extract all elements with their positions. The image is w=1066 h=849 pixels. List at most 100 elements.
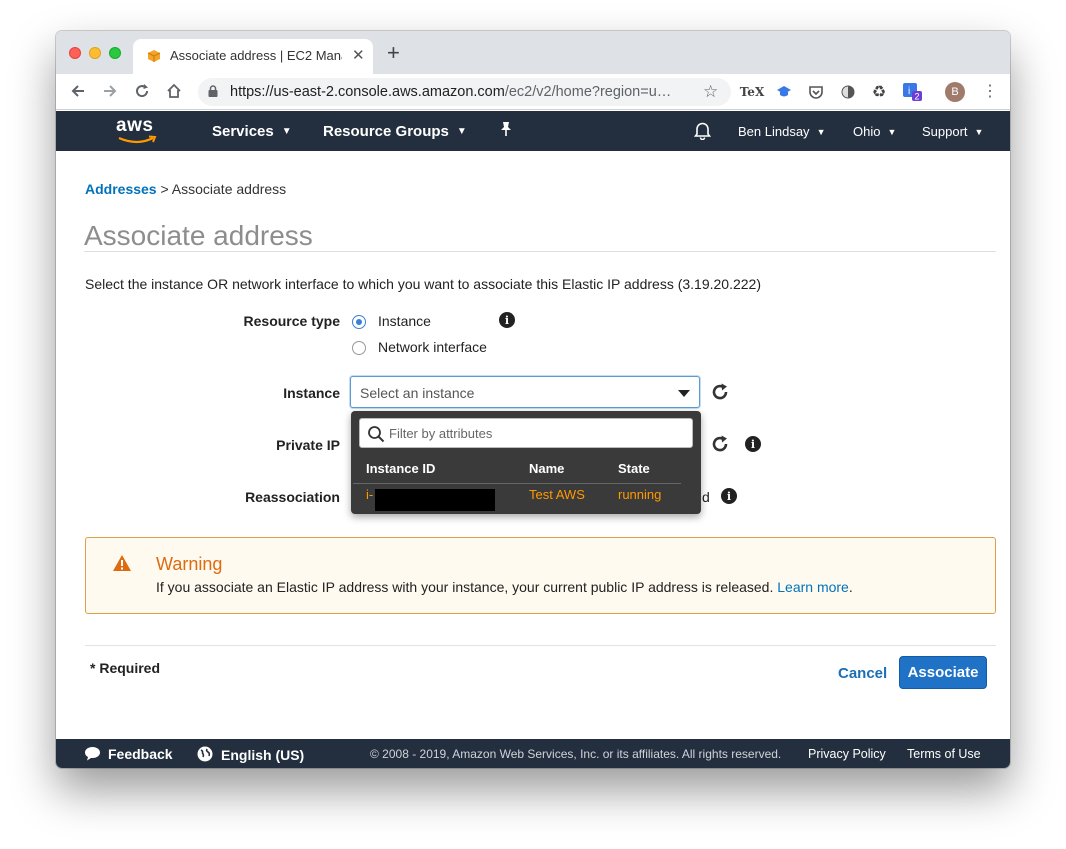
browser-toolbar: https://us-east-2.console.aws.amazon.com…	[56, 74, 1010, 110]
column-header-state: State	[618, 461, 650, 476]
breadcrumb-addresses-link[interactable]: Addresses	[85, 181, 157, 197]
instance-id-cell: i-	[366, 487, 374, 502]
required-note: * Required	[90, 660, 161, 676]
minimize-window-button[interactable]	[89, 47, 101, 59]
chevron-down-icon: ▼	[887, 127, 897, 137]
close-window-button[interactable]	[69, 47, 81, 59]
main-content: Addresses > Associate address Associate …	[56, 151, 1010, 739]
reassociation-option-text: d	[702, 489, 710, 505]
services-menu[interactable]: Services ▼	[212, 123, 292, 140]
forward-icon[interactable]	[99, 80, 121, 102]
profile-avatar[interactable]: B	[945, 82, 965, 102]
browser-window: Associate address | EC2 Management Conso…	[56, 31, 1010, 768]
pocket-extension-icon[interactable]	[806, 82, 826, 102]
recycle-extension-icon[interactable]: ♻	[869, 82, 889, 102]
support-label: Support	[922, 124, 968, 139]
services-label: Services	[212, 123, 274, 140]
network-interface-radio-label[interactable]: Network interface	[378, 339, 487, 355]
instance-select-placeholder: Select an instance	[360, 385, 475, 401]
resource-groups-label: Resource Groups	[323, 123, 449, 140]
half-circle-extension-icon[interactable]	[838, 82, 858, 102]
instance-radio-label[interactable]: Instance	[378, 313, 431, 329]
breadcrumb-separator: >	[156, 181, 172, 197]
tab-title: Associate address | EC2 Management Conso…	[170, 48, 342, 63]
aws-logo[interactable]: aws	[116, 115, 158, 145]
info-icon[interactable]: i	[721, 488, 737, 504]
address-bar[interactable]: https://us-east-2.console.aws.amazon.com…	[198, 78, 731, 106]
user-menu[interactable]: Ben Lindsay ▼	[738, 124, 825, 139]
url-host: https://us-east-2.console.aws.amazon.com	[230, 84, 505, 100]
tab-close-icon[interactable]: ✕	[352, 46, 365, 64]
bell-icon[interactable]	[693, 121, 712, 144]
tex-extension-icon[interactable]: TeX	[740, 82, 765, 102]
language-selector[interactable]: English (US)	[197, 746, 304, 763]
svg-text:i: i	[908, 86, 910, 97]
svg-text:2: 2	[915, 92, 920, 102]
page-description: Select the instance OR network interface…	[85, 276, 761, 292]
network-interface-radio[interactable]	[352, 341, 366, 355]
redaction-bar	[375, 489, 495, 511]
pin-icon[interactable]	[499, 121, 513, 141]
region-menu[interactable]: Ohio ▼	[853, 124, 896, 139]
chevron-down-icon: ▼	[456, 126, 467, 137]
reload-icon[interactable]	[131, 80, 153, 102]
globe-icon	[197, 746, 213, 762]
speech-bubble-icon	[85, 747, 100, 761]
back-icon[interactable]	[67, 80, 89, 102]
instance-state-cell: running	[618, 487, 662, 502]
info-icon[interactable]: i	[745, 436, 761, 452]
new-tab-button[interactable]: +	[387, 42, 400, 64]
warning-icon	[113, 555, 131, 571]
info-icon[interactable]: i	[499, 312, 515, 328]
language-label: English (US)	[221, 747, 305, 763]
browser-tab[interactable]: Associate address | EC2 Management Conso…	[133, 39, 373, 74]
home-icon[interactable]	[163, 80, 185, 102]
associate-button[interactable]: Associate	[899, 656, 987, 689]
terms-of-use-link[interactable]: Terms of Use	[907, 747, 981, 761]
instance-select[interactable]: Select an instance	[350, 376, 700, 408]
instance-radio[interactable]	[352, 315, 366, 329]
graduation-cap-extension-icon[interactable]	[774, 82, 794, 102]
search-icon	[368, 426, 385, 443]
caret-down-icon	[678, 390, 690, 397]
warning-body: If you associate an Elastic IP address w…	[156, 579, 853, 595]
bookmark-star-icon[interactable]: ☆	[703, 82, 718, 102]
refresh-icon[interactable]	[710, 434, 730, 454]
reassociation-label: Reassociation	[245, 489, 340, 505]
learn-more-link[interactable]: Learn more	[777, 579, 849, 595]
private-ip-label: Private IP	[276, 437, 340, 453]
cancel-button[interactable]: Cancel	[838, 665, 887, 682]
chevron-down-icon: ▼	[974, 127, 984, 137]
instance-dropdown: Filter by attributes Instance ID Name St…	[351, 411, 701, 514]
aws-smile-icon	[118, 135, 157, 144]
info-extension-icon[interactable]: i2	[902, 82, 924, 102]
warning-end: .	[848, 579, 853, 595]
region-name: Ohio	[853, 124, 881, 139]
url-path: /ec2/v2/home?region=u…	[504, 84, 672, 100]
lock-icon	[208, 85, 218, 97]
resource-groups-menu[interactable]: Resource Groups ▼	[323, 123, 467, 140]
privacy-policy-link[interactable]: Privacy Policy	[808, 747, 886, 761]
refresh-icon[interactable]	[710, 382, 730, 402]
aws-header: aws Services ▼ Resource Groups ▼ Ben Linds…	[56, 111, 1010, 151]
dropdown-divider	[353, 483, 681, 484]
warning-alert: Warning If you associate an Elastic IP a…	[85, 537, 996, 614]
column-header-instance-id: Instance ID	[366, 461, 436, 476]
title-divider	[84, 251, 996, 252]
console-footer: Feedback English (US) © 2008 - 2019, Ama…	[56, 739, 1010, 768]
filter-input[interactable]: Filter by attributes	[359, 418, 693, 448]
warning-text: If you associate an Elastic IP address w…	[156, 579, 774, 595]
user-name: Ben Lindsay	[738, 124, 810, 139]
instance-name-cell: Test AWS	[529, 487, 585, 502]
column-header-name: Name	[529, 461, 565, 476]
aws-logo-text: aws	[116, 115, 154, 136]
maximize-window-button[interactable]	[109, 47, 121, 59]
tab-strip: Associate address | EC2 Management Conso…	[56, 31, 1010, 74]
breadcrumb: Addresses > Associate address	[85, 181, 286, 197]
support-menu[interactable]: Support ▼	[922, 124, 983, 139]
actions-divider	[85, 645, 996, 646]
browser-menu-icon[interactable]: ⋮	[982, 81, 998, 101]
feedback-button[interactable]: Feedback	[84, 746, 173, 762]
copyright-text: © 2008 - 2019, Amazon Web Services, Inc.…	[370, 747, 782, 761]
aws-box-icon	[147, 50, 161, 62]
